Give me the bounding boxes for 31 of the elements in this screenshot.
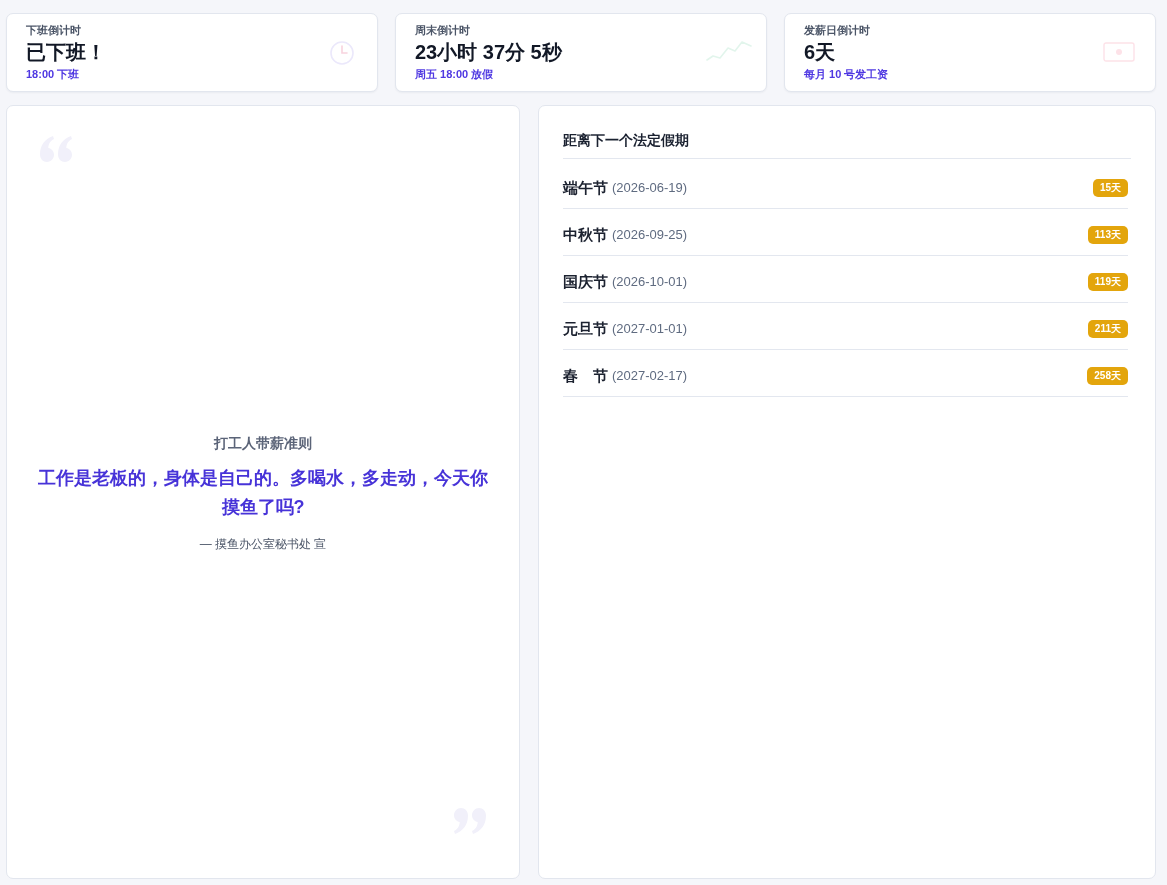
holiday-panel-title: 距离下一个法定假期 [563, 130, 1131, 159]
holiday-name: 国庆节 [563, 272, 608, 292]
holiday-name: 中秋节 [563, 225, 608, 245]
card-note: 周五 18:00 放假 [415, 67, 495, 82]
card-note: 18:00 下班 [26, 67, 81, 82]
card-label: 周末倒计时 [415, 23, 471, 37]
card-value: 23小时 37分 5秒 [415, 40, 563, 65]
card-value: 已下班！ [26, 40, 107, 65]
days-left-tag: 258天 [1087, 367, 1128, 385]
clock-icon [330, 40, 354, 65]
card-note: 每月 10 号发工资 [804, 67, 890, 82]
card-label: 下班倒计时 [26, 23, 82, 37]
holiday-name: 元旦节 [563, 319, 608, 339]
days-left-tag: 15天 [1092, 179, 1128, 197]
quote-title: 打工人带薪准则 [214, 433, 312, 453]
card-label: 发薪日倒计时 [804, 23, 871, 37]
days-left-tag: 113天 [1087, 226, 1128, 244]
card-value: 6天 [804, 40, 837, 65]
holiday-date: (2026-09-25) [612, 226, 688, 244]
holiday-name: 春 节 [563, 366, 608, 386]
days-left-tag: 119天 [1087, 273, 1128, 291]
holiday-date: (2027-02-17) [612, 367, 688, 385]
holiday-date: (2026-10-01) [612, 273, 688, 291]
holiday-name: 端午节 [563, 178, 608, 198]
holiday-date: (2026-06-19) [612, 179, 688, 197]
banknote-icon [1103, 41, 1135, 62]
quote-text: 工作是老板的，身体是自己的。多喝水，多走动，今天你摸鱼了吗? [37, 466, 489, 519]
days-left-tag: 211天 [1087, 320, 1128, 338]
quote-signature: — 摸鱼办公室秘书处 宣 [199, 535, 327, 552]
holiday-date: (2027-01-01) [612, 320, 688, 338]
trend-line-icon [706, 40, 752, 61]
